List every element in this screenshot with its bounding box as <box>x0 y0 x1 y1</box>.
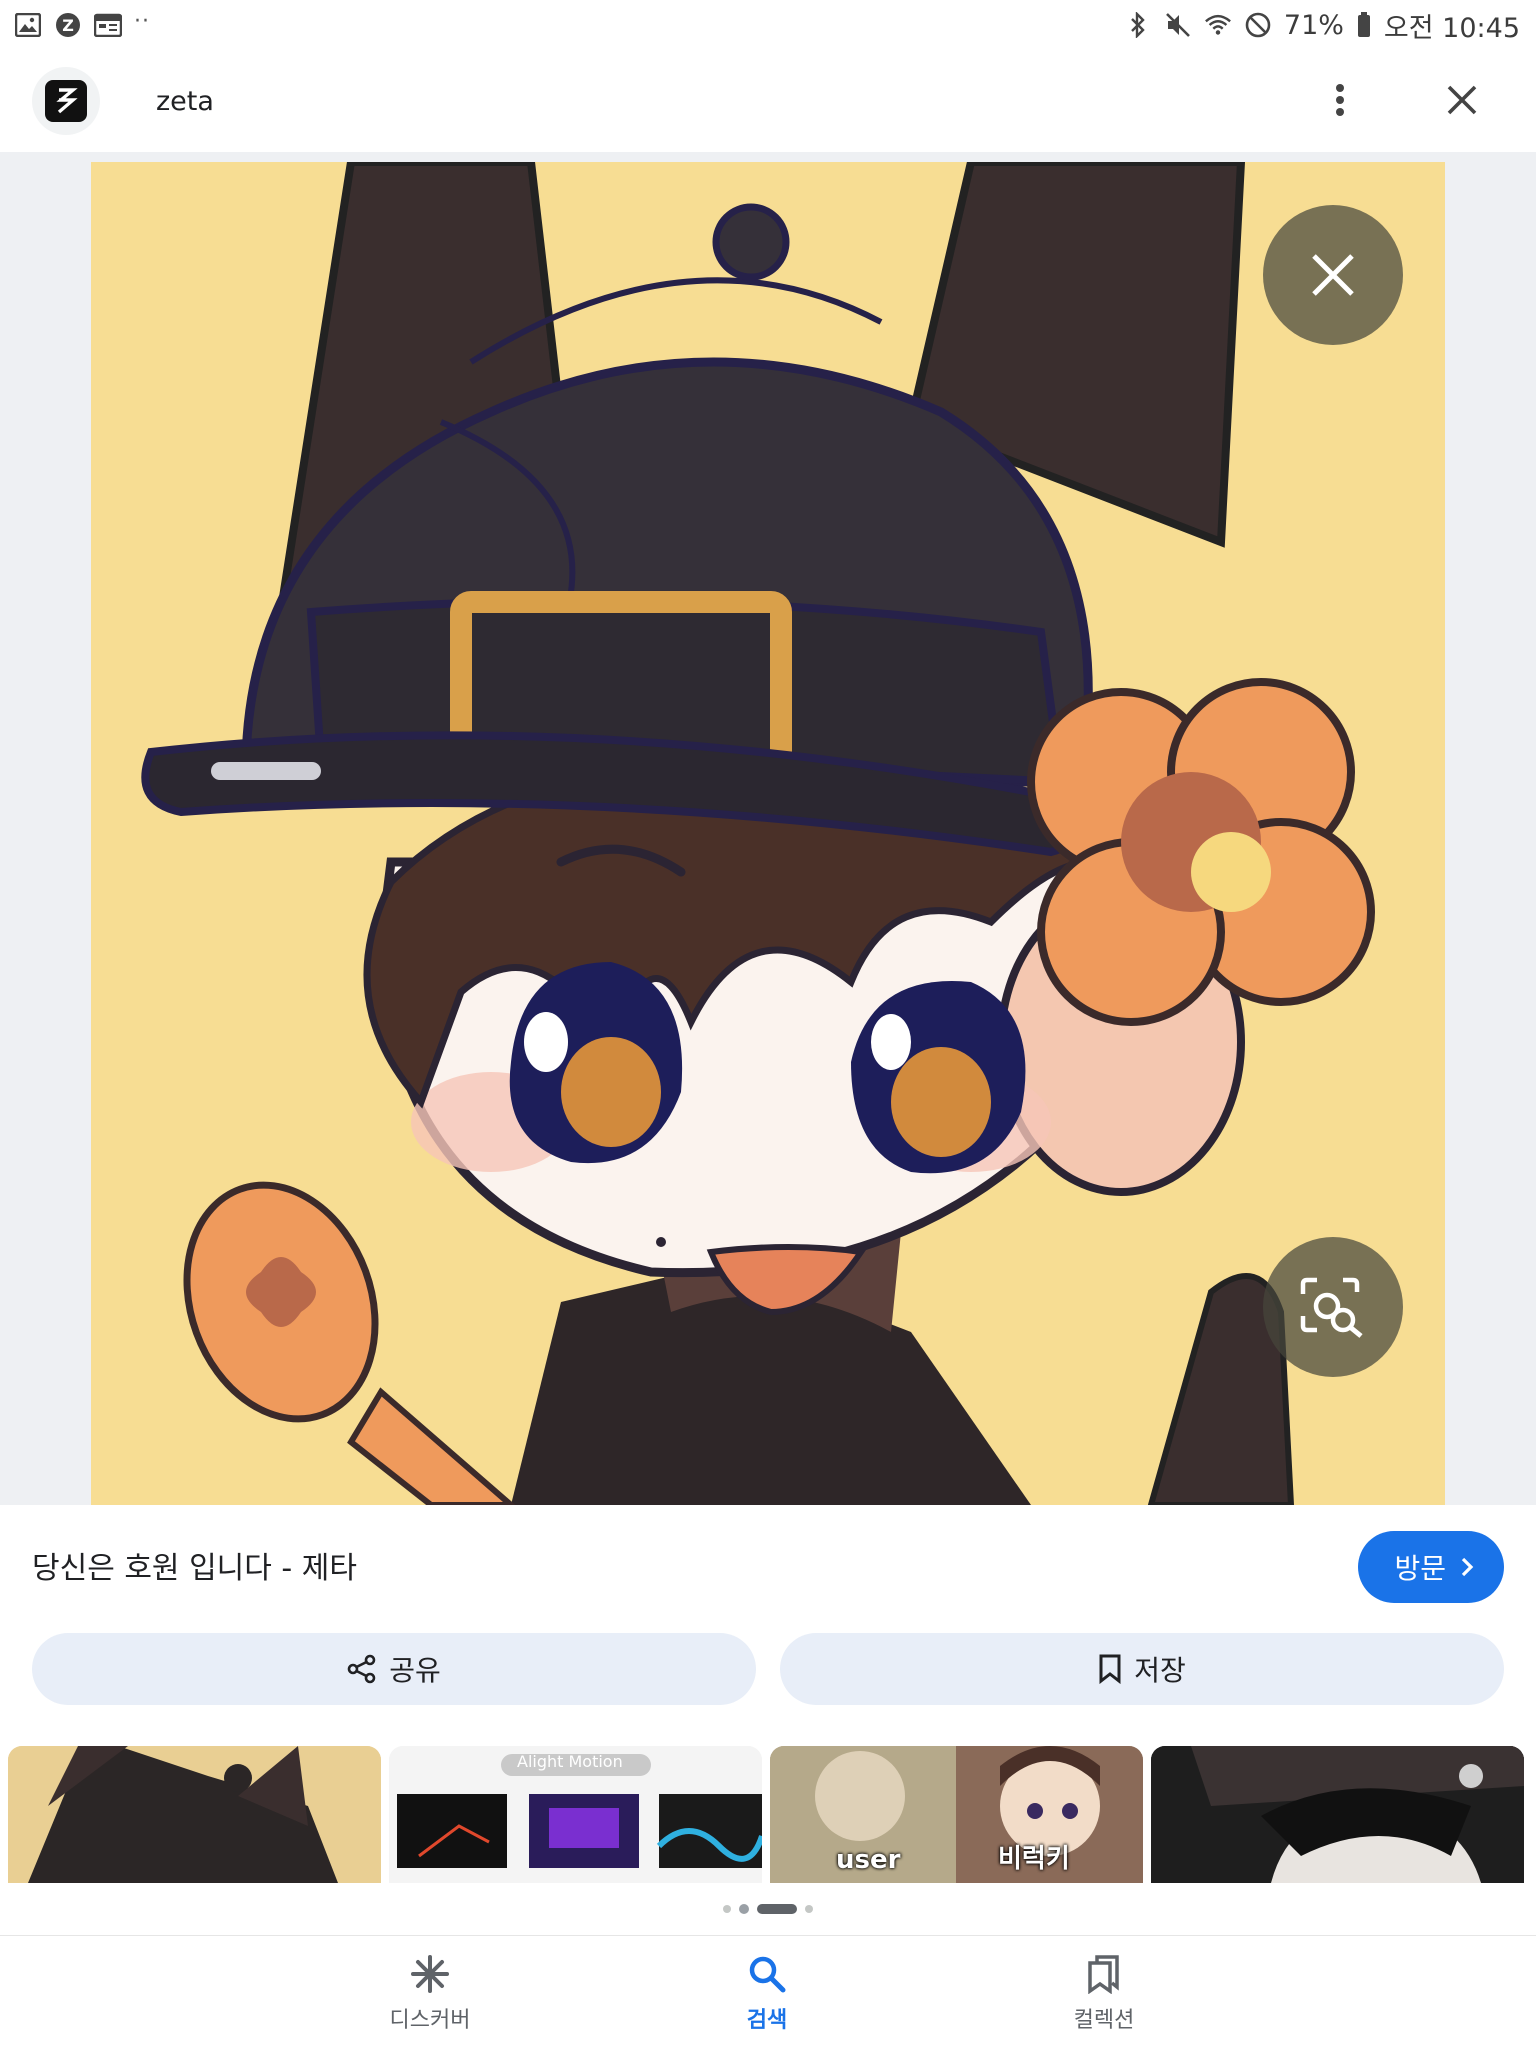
page-dot <box>805 1905 813 1913</box>
status-bar-left: Z ·· <box>14 8 150 38</box>
clock: 오전 10:45 <box>1383 12 1520 44</box>
bookmark-icon <box>1099 1654 1121 1684</box>
calendar-icon <box>94 12 122 38</box>
share-label: 공유 <box>389 1654 441 1687</box>
page-dot <box>723 1905 731 1913</box>
related-images: Alight Motion user 비럭키 <box>8 1746 1528 1883</box>
result-title[interactable]: 당신은 호원 입니다 - 제타 <box>32 1543 357 1587</box>
nav-collections[interactable]: 컬렉션 <box>1004 1954 1204 2034</box>
more-vert-icon <box>1336 84 1344 116</box>
save-button[interactable]: 저장 <box>780 1633 1504 1705</box>
nav-discover-label: 디스커버 <box>389 2008 471 2033</box>
site-name[interactable]: zeta <box>156 86 214 117</box>
close-icon <box>1447 85 1477 115</box>
collections-icon <box>1088 1955 1119 1994</box>
related-thumb[interactable]: user 비럭키 <box>770 1746 1143 1883</box>
related-thumb[interactable] <box>1151 1746 1524 1883</box>
search-icon <box>749 1956 786 1993</box>
visit-button[interactable]: 방문 <box>1358 1531 1504 1603</box>
related-thumb[interactable]: Alight Motion <box>389 1746 762 1883</box>
nav-search-label: 검색 <box>746 2008 788 2033</box>
gallery-icon <box>14 12 42 38</box>
image-close-button[interactable] <box>1263 205 1403 345</box>
zeta-logo-icon <box>45 80 87 122</box>
visit-label: 방문 <box>1394 1552 1446 1585</box>
result-actions: 공유 저장 <box>32 1633 1504 1705</box>
thumb-caption-user: user <box>836 1845 901 1875</box>
image-preview-area <box>0 152 1536 1505</box>
zeta-app-icon: Z <box>54 12 82 38</box>
do-not-disturb-icon <box>1244 12 1272 38</box>
lens-search-button[interactable] <box>1263 1237 1403 1377</box>
nav-discover[interactable]: 디스커버 <box>330 1954 530 2034</box>
viewer-header: zeta <box>0 50 1536 152</box>
status-bar-right: 71% 오전 10:45 <box>1124 6 1520 45</box>
mute-icon <box>1164 12 1192 38</box>
result-info: 당신은 호원 입니다 - 제타 방문 <box>0 1505 1536 1625</box>
chevron-right-icon <box>1461 1557 1474 1577</box>
save-label: 저장 <box>1134 1654 1186 1687</box>
site-favicon[interactable] <box>32 67 100 135</box>
close-viewer-button[interactable] <box>1434 72 1490 128</box>
thumb-caption-name: 비럭키 <box>998 1844 1070 1874</box>
close-icon <box>1312 254 1354 296</box>
bluetooth-icon <box>1124 12 1152 38</box>
thumb-caption: Alight Motion <box>517 1752 623 1771</box>
battery-percent: 71% <box>1283 9 1344 41</box>
more-notifications: ·· <box>134 8 150 34</box>
page-dot-active <box>757 1904 797 1914</box>
svg-text:Z: Z <box>62 16 74 35</box>
more-options-button[interactable] <box>1312 72 1368 128</box>
preview-image[interactable] <box>91 162 1445 1505</box>
page-dot <box>739 1904 749 1914</box>
share-icon <box>347 1654 376 1684</box>
related-thumb[interactable] <box>8 1746 381 1883</box>
carousel-indicator <box>0 1900 1536 1918</box>
nav-search[interactable]: 검색 <box>667 1954 867 2034</box>
status-bar: Z ·· 71% 오전 10:45 <box>0 0 1536 50</box>
share-button[interactable]: 공유 <box>32 1633 756 1705</box>
asterisk-icon <box>411 1955 449 1993</box>
bottom-navigation: 디스커버 검색 컬렉션 <box>0 1935 1536 2048</box>
wifi-icon <box>1204 12 1232 38</box>
battery-icon <box>1356 12 1372 38</box>
google-lens-icon <box>1300 1277 1363 1338</box>
nav-collections-label: 컬렉션 <box>1073 2008 1135 2033</box>
header-actions <box>1312 72 1490 128</box>
